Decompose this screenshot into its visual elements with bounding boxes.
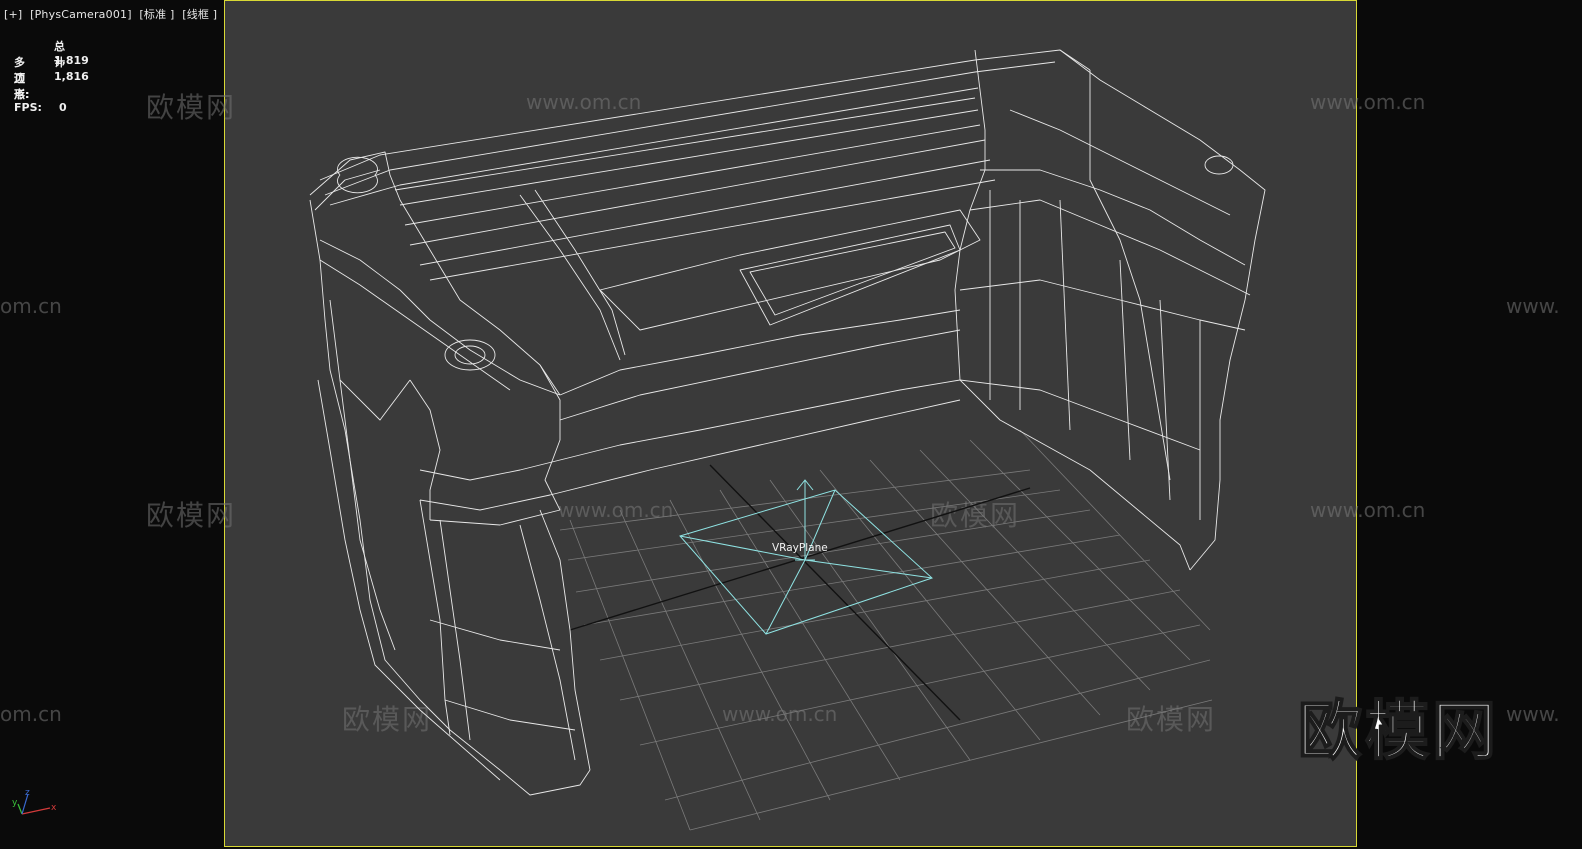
axis-gizmo-icon: x y z bbox=[12, 788, 57, 815]
sofa-wireframe bbox=[309, 49, 1266, 796]
axis-x-label: x bbox=[51, 803, 57, 813]
axis-z-label: z bbox=[25, 788, 30, 798]
brand-watermark: 欧模网 bbox=[1297, 694, 1499, 770]
vray-plane-light bbox=[679, 479, 933, 635]
vray-plane-label: VRayPlane bbox=[772, 542, 828, 554]
axis-y-label: y bbox=[12, 798, 18, 808]
floor-axes bbox=[569, 464, 1031, 721]
